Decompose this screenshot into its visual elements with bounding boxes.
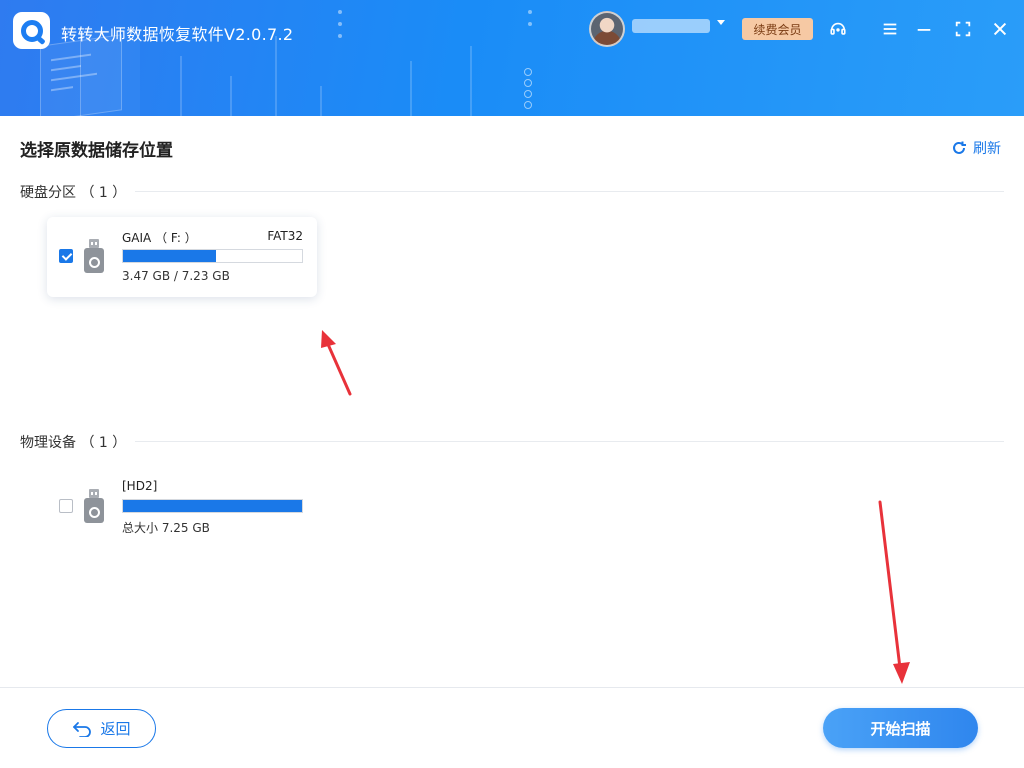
physical-device-size: 总大小 7.25 GB xyxy=(122,521,210,535)
section-title-partitions: 硬盘分区 （ 1 ） xyxy=(20,185,127,201)
maximize-icon[interactable] xyxy=(952,18,974,40)
menu-icon[interactable] xyxy=(879,18,901,40)
usage-bar-fill xyxy=(123,500,302,512)
physical-device-name: [HD2] xyxy=(122,479,158,493)
app-title: 转转大师数据恢复软件V2.0.7.2 xyxy=(61,25,294,44)
app-logo-icon xyxy=(13,12,50,49)
start-scan-button[interactable]: 开始扫描 xyxy=(823,708,978,748)
page-title: 选择原数据储存位置 xyxy=(20,141,173,161)
usb-drive-icon xyxy=(84,239,104,273)
refresh-button[interactable]: 刷新 xyxy=(951,138,1001,158)
physical-device-item[interactable]: [HD2] 总大小 7.25 GB xyxy=(47,467,317,547)
partition-filesystem: FAT32 xyxy=(267,229,303,243)
back-button[interactable]: 返回 xyxy=(47,709,156,748)
username[interactable] xyxy=(632,19,710,33)
usb-drive-icon xyxy=(84,489,104,523)
chevron-down-icon[interactable] xyxy=(717,20,725,25)
refresh-label: 刷新 xyxy=(973,141,1001,157)
partition-checkbox[interactable] xyxy=(59,249,73,263)
headset-icon[interactable] xyxy=(827,18,849,40)
minimize-icon[interactable] xyxy=(913,18,935,40)
usage-bar xyxy=(122,499,303,513)
refresh-icon xyxy=(953,141,966,154)
close-icon[interactable] xyxy=(989,18,1011,40)
annotation-arrow xyxy=(321,330,352,396)
partition-name: GAIA （ F: ） xyxy=(122,231,197,245)
divider xyxy=(135,441,1004,442)
divider xyxy=(135,191,1004,192)
footer-divider xyxy=(0,687,1024,688)
renew-vip-button[interactable]: 续费会员 xyxy=(742,18,813,40)
usage-bar-fill xyxy=(123,250,217,262)
title-bar: 转转大师数据恢复软件V2.0.7.2 续费会员 xyxy=(0,0,1024,116)
physical-device-checkbox[interactable] xyxy=(59,499,73,513)
avatar[interactable] xyxy=(589,11,625,47)
header-decoration xyxy=(230,76,232,116)
partition-size: 3.47 GB / 7.23 GB xyxy=(122,269,230,283)
header-decoration xyxy=(275,36,277,116)
header-decoration xyxy=(410,61,412,116)
back-label: 返回 xyxy=(100,720,131,738)
partition-card[interactable]: GAIA （ F: ） FAT32 3.47 GB / 7.23 GB xyxy=(47,217,317,297)
back-arrow-icon xyxy=(73,721,92,737)
header-decoration xyxy=(338,10,344,46)
header-decoration xyxy=(524,68,532,112)
usage-bar xyxy=(122,249,303,263)
header-decoration xyxy=(180,56,182,116)
header-decoration xyxy=(470,46,472,116)
header-decoration xyxy=(528,10,534,34)
annotation-arrow xyxy=(878,500,910,684)
section-title-physical: 物理设备 （ 1 ） xyxy=(20,435,127,451)
header-decoration xyxy=(320,86,322,116)
